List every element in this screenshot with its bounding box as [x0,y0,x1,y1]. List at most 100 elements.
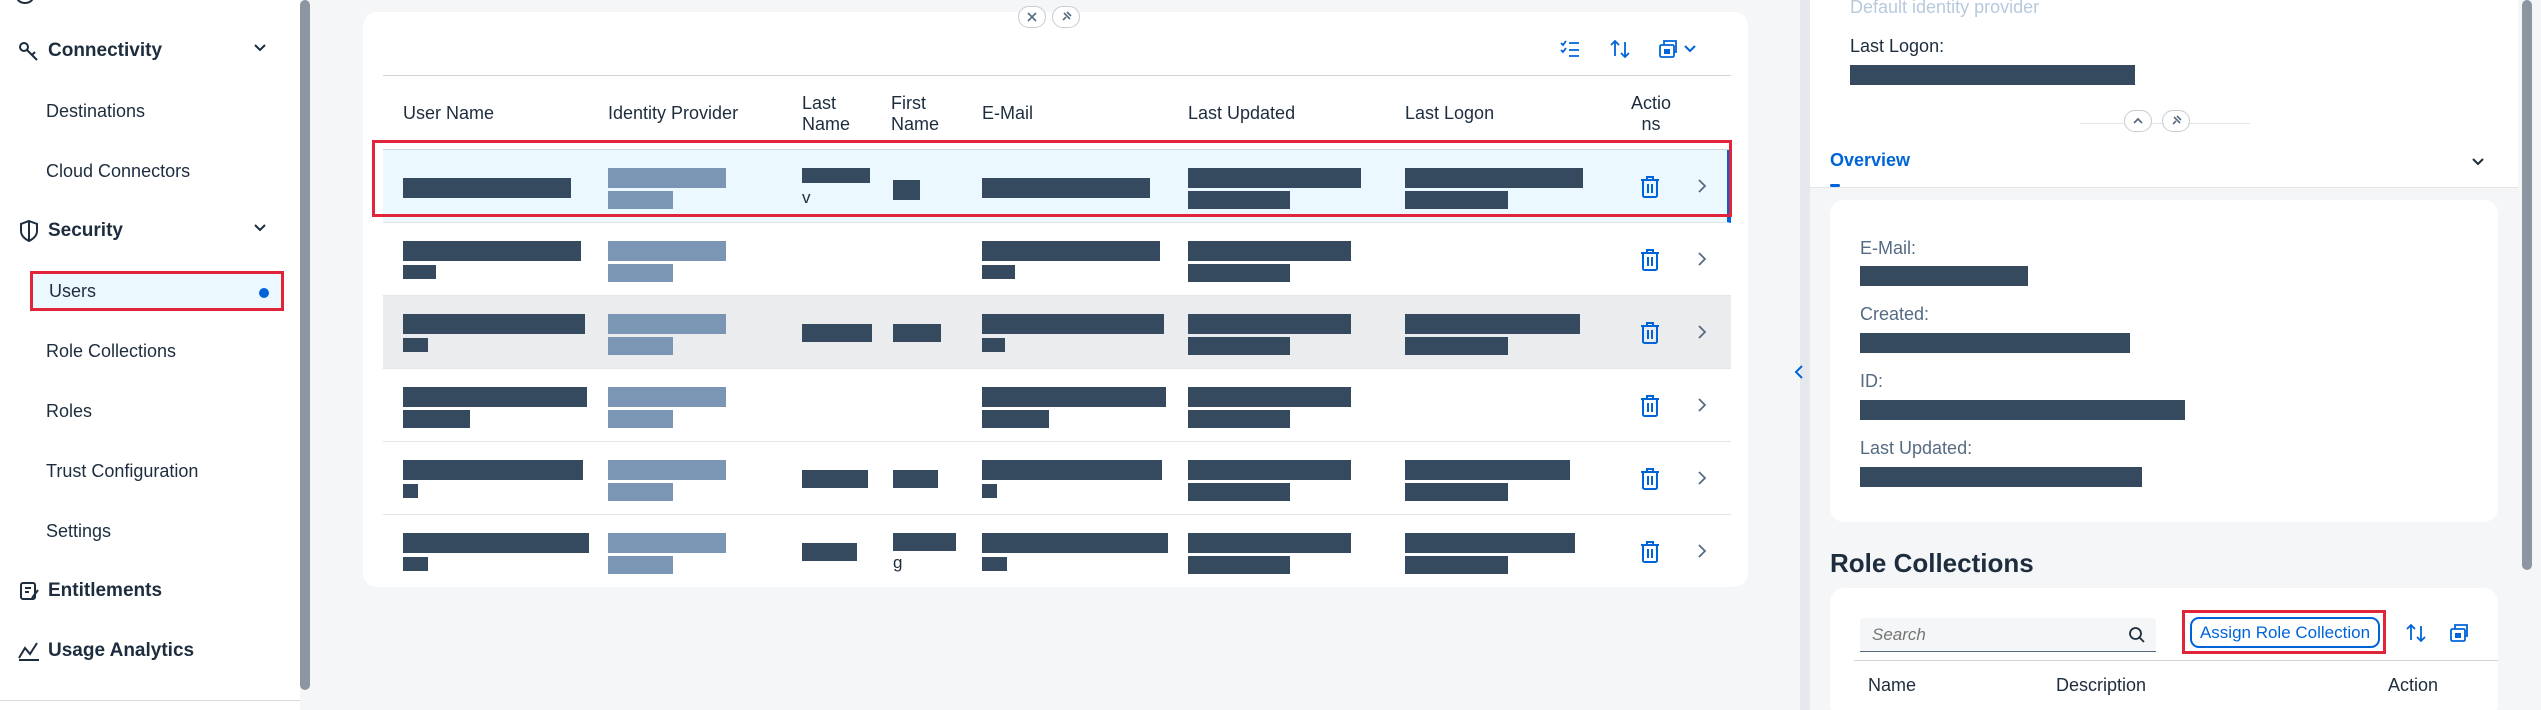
table-row[interactable] [383,369,1731,442]
redacted-email [982,178,1150,198]
identity-provider-hint: Default identity provider [1850,0,2040,17]
column-header-last-logon[interactable]: Last Logon [1405,76,1494,151]
redacted-identity-provider-link[interactable] [608,460,726,480]
redacted-last-updated [1188,168,1361,188]
redacted-user-name [403,314,585,334]
search-icon[interactable] [2128,626,2146,644]
table-row[interactable]: v [383,150,1731,223]
sidebar-item-roles[interactable]: Roles [0,386,300,436]
redacted-last-updated [1188,387,1351,407]
table-row[interactable] [383,223,1731,296]
column-header-label: E-Mail [982,103,1034,123]
redacted-last-updated [1188,410,1290,428]
chevron-right-icon[interactable] [1695,324,1709,340]
column-header-name[interactable]: Name [1868,675,1916,696]
collapse-header-button[interactable] [2124,110,2152,132]
redacted-last-logon [1405,191,1508,209]
redacted-identity-provider-link[interactable] [608,533,726,553]
nav-group-connectivity[interactable]: Connectivity [0,26,300,76]
users-table-card: User Name Identity Provider Last Name Fir… [363,6,1748,588]
nav-group-entitlements[interactable]: Entitlements [0,566,300,616]
delete-icon[interactable] [1638,320,1662,346]
redacted-user-name [403,410,470,428]
column-header-identity-provider[interactable]: Identity Provider [608,76,738,151]
redacted-identity-provider-link [608,483,673,501]
id-label: ID: [1860,371,1884,391]
chevron-down-icon[interactable] [252,220,268,242]
overview-card: E-Mail: Created: ID: Last Updated: [1830,200,2498,522]
nav-group-security[interactable]: Security [0,206,300,256]
sidebar-scrollbar[interactable] [300,0,310,690]
redacted-email [982,265,1015,279]
chevron-right-icon[interactable] [1695,397,1709,413]
sidebar-item-destinations[interactable]: Destinations [0,86,300,136]
last-updated-label: Last Updated: [1860,438,1973,458]
assign-role-collection-button[interactable]: Assign Role Collection [2190,617,2380,648]
redacted-identity-provider-link[interactable] [608,241,726,261]
chevron-down-icon[interactable] [252,40,268,62]
sidebar-item-label: Cloud Connectors [46,160,191,181]
sort-button[interactable] [1605,34,1635,64]
redacted-last-updated [1188,483,1290,501]
export-menu-button[interactable] [1653,34,1701,64]
sidebar-item-settings[interactable]: Settings [0,506,300,556]
close-icon [1027,12,1037,22]
column-header-user-name[interactable]: User Name [403,76,494,151]
redacted-email [982,460,1162,480]
sort-icon [1610,39,1630,59]
chevron-right-icon[interactable] [1695,470,1709,486]
export-icon [1659,40,1677,58]
column-header-email[interactable]: E-Mail [982,76,1033,151]
panel-splitter[interactable] [1800,0,1810,710]
chevron-right-icon[interactable] [1695,543,1709,559]
divider [0,700,300,701]
column-header-label: Last [802,92,837,113]
column-header-last-updated[interactable]: Last Updated [1188,76,1295,151]
redacted-user-name [403,178,571,198]
sidebar-item-trust-configuration[interactable]: Trust Configuration [0,446,300,496]
sidebar-item-role-collections[interactable]: Role Collections [0,326,300,376]
detail-scrollbar[interactable] [2522,0,2532,570]
pin-icon [2172,115,2182,125]
table-row[interactable] [383,442,1731,515]
redacted-identity-provider-link[interactable] [608,387,726,407]
sidebar-item-users[interactable]: Users [30,271,284,311]
tab-overview[interactable]: Overview [1830,150,1910,171]
redacted-identity-provider-link[interactable] [608,168,726,188]
sort-icon[interactable] [2405,622,2427,644]
chevron-right-icon[interactable] [1695,178,1709,194]
redacted-first-name [893,533,956,551]
table-row[interactable] [383,296,1731,369]
role-collections-title: Role Collections [1830,548,2034,578]
column-header-description[interactable]: Description [2056,675,2146,696]
collapse-header-button[interactable] [1018,6,1046,28]
sidebar-item-label: Role Collections [46,340,177,361]
redacted-identity-provider-link [608,191,673,209]
redacted-last-updated [1188,191,1290,209]
pin-header-button[interactable] [1052,6,1080,28]
users-list-area: User Name Identity Provider Last Name Fir… [320,0,1800,710]
export-icon[interactable] [2448,622,2470,644]
sidebar-item-cloud-connectors[interactable]: Cloud Connectors [0,146,300,196]
delete-icon[interactable] [1638,393,1662,419]
column-header-first-name[interactable]: First Name [891,76,939,151]
chevron-left-icon[interactable] [1792,358,1806,386]
delete-icon[interactable] [1638,174,1662,200]
redacted-user-name [403,533,589,553]
pin-header-button[interactable] [2162,110,2190,132]
multi-select-button[interactable] [1555,34,1585,64]
redacted-last-updated [1188,314,1351,334]
nav-group-usage-analytics[interactable]: Usage Analytics [0,626,300,676]
pin-icon [1062,11,1072,21]
column-header-last-name[interactable]: Last Name [802,76,850,151]
delete-icon[interactable] [1638,539,1662,565]
chevron-down-icon[interactable] [2470,154,2486,170]
delete-icon[interactable] [1638,466,1662,492]
redacted-identity-provider-link[interactable] [608,314,726,334]
chevron-right-icon[interactable] [1695,251,1709,267]
sidebar-item-label: Roles [46,400,93,421]
search-input[interactable] [1860,618,2156,652]
delete-icon[interactable] [1638,247,1662,273]
connectivity-icon [14,40,44,62]
table-row[interactable]: g [383,515,1731,588]
